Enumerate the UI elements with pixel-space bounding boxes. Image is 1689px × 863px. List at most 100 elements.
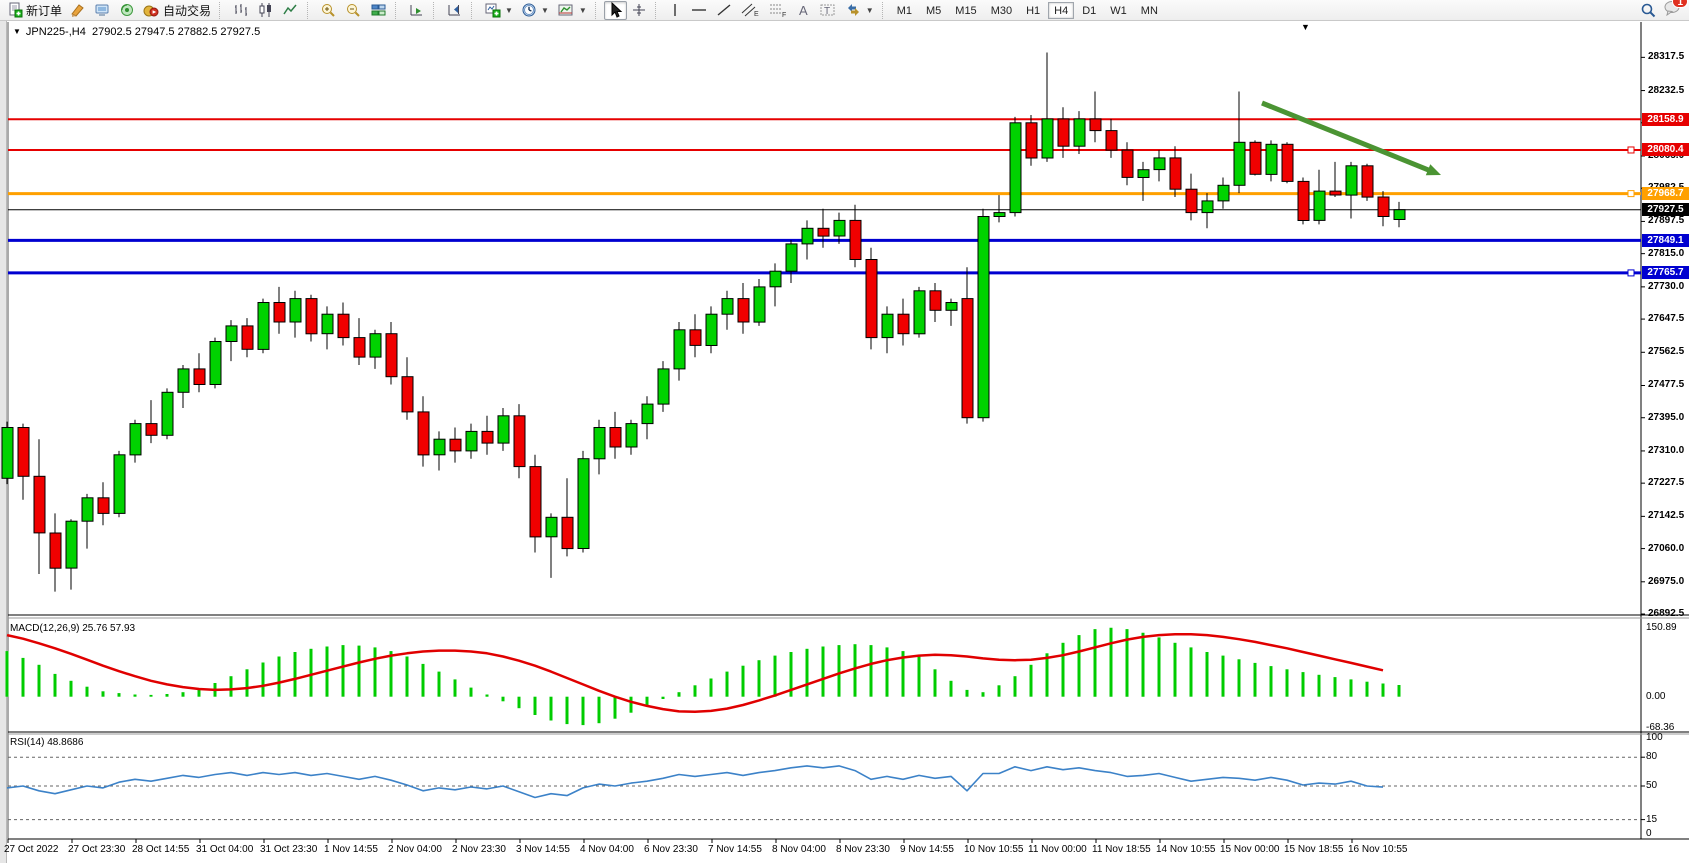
candle <box>754 287 765 322</box>
rsi-axis-label: 80 <box>1646 751 1657 762</box>
panel-borders <box>8 22 1689 839</box>
price-axis-label: 27060.0 <box>1648 543 1684 554</box>
candle <box>1266 144 1277 174</box>
date-axis-label: 11 Nov 00:00 <box>1028 844 1087 855</box>
price-axis-ticks <box>1641 57 1645 614</box>
candle <box>722 299 733 315</box>
candle <box>770 271 781 287</box>
scroll-marker-icon[interactable]: ▼ <box>1301 22 1310 32</box>
candle <box>738 299 749 322</box>
rsi-axis-label: 50 <box>1646 780 1657 791</box>
candle <box>354 338 365 358</box>
date-axis-ticks <box>8 839 1352 843</box>
candle <box>866 260 877 338</box>
price-axis-label: 26892.5 <box>1648 608 1684 619</box>
candle <box>434 439 445 455</box>
date-axis-label: 15 Nov 18:55 <box>1284 844 1344 855</box>
candle <box>786 244 797 271</box>
date-axis-label: 4 Nov 04:00 <box>580 844 634 855</box>
macd-signal-line <box>7 634 1383 712</box>
price-axis-label: 27310.0 <box>1648 445 1684 456</box>
candle <box>242 326 253 349</box>
candle <box>1250 142 1261 174</box>
candle <box>674 330 685 369</box>
candle <box>1298 181 1309 220</box>
candle <box>1042 119 1053 158</box>
price-axis-label: 27227.5 <box>1648 477 1684 488</box>
date-axis-label: 16 Nov 10:55 <box>1348 844 1408 855</box>
candle <box>34 476 45 533</box>
candle <box>1218 185 1229 201</box>
candle <box>898 314 909 334</box>
date-axis-label: 8 Nov 23:30 <box>836 844 890 855</box>
candle <box>130 424 141 455</box>
date-axis-label: 11 Nov 18:55 <box>1092 844 1151 855</box>
date-axis-label: 3 Nov 14:55 <box>516 844 570 855</box>
candle <box>834 220 845 236</box>
candle <box>1282 144 1293 181</box>
date-axis-label: 15 Nov 00:00 <box>1220 844 1280 855</box>
candle <box>66 521 77 568</box>
date-axis-label: 7 Nov 14:55 <box>708 844 762 855</box>
date-axis-label: 31 Oct 04:00 <box>196 844 253 855</box>
candle <box>290 299 301 322</box>
rsi-axis-label: 15 <box>1646 814 1657 825</box>
candle <box>1154 158 1165 170</box>
candle <box>962 299 973 418</box>
price-line-badge: 28080.4 <box>1642 143 1689 156</box>
candle <box>2 428 13 479</box>
line-handle[interactable] <box>1628 191 1634 197</box>
candle <box>338 314 349 337</box>
date-axis-label: 9 Nov 14:55 <box>900 844 954 855</box>
candle <box>1378 197 1389 217</box>
date-axis-label: 14 Nov 10:55 <box>1156 844 1216 855</box>
price-axis-label: 27395.0 <box>1648 412 1684 423</box>
candle <box>530 467 541 537</box>
candle <box>914 291 925 334</box>
candle <box>1362 166 1373 197</box>
price-axis-label: 28317.5 <box>1648 51 1684 62</box>
line-handle[interactable] <box>1628 270 1634 276</box>
candle <box>578 459 589 549</box>
candle <box>370 334 381 357</box>
chart-canvas[interactable] <box>0 0 1689 863</box>
price-axis-label: 27477.5 <box>1648 379 1684 390</box>
candle <box>594 428 605 459</box>
rsi-line <box>7 766 1383 798</box>
candle <box>1234 142 1245 185</box>
candle <box>1170 158 1181 189</box>
candle <box>994 213 1005 217</box>
line-handle[interactable] <box>1628 147 1634 153</box>
chart-symbol-period: JPN225-,H4 <box>26 26 86 38</box>
candle <box>1090 119 1101 131</box>
candle <box>1010 123 1021 213</box>
candle <box>82 498 93 521</box>
date-axis-label: 1 Nov 14:55 <box>324 844 378 855</box>
date-axis-label: 6 Nov 23:30 <box>644 844 698 855</box>
collapse-arrow-icon[interactable]: ▼ <box>13 27 21 36</box>
candle <box>658 369 669 404</box>
candle <box>514 416 525 467</box>
candle <box>50 533 61 568</box>
candle <box>882 314 893 337</box>
date-axis-label: 2 Nov 04:00 <box>388 844 442 855</box>
rsi-indicator-label: RSI(14) 48.8686 <box>10 737 83 748</box>
price-axis-label: 27815.0 <box>1648 248 1684 259</box>
candle <box>466 431 477 451</box>
candle <box>1026 123 1037 158</box>
macd-indicator-label: MACD(12,26,9) 25.76 57.93 <box>10 623 135 634</box>
candle <box>642 404 653 424</box>
candle <box>818 228 829 236</box>
candle <box>546 517 557 537</box>
rsi-axis-label: 0 <box>1646 828 1652 839</box>
candle <box>978 217 989 418</box>
horizontal-level-lines[interactable] <box>8 119 1641 276</box>
date-axis-label: 31 Oct 23:30 <box>260 844 317 855</box>
candle <box>1074 119 1085 146</box>
candle <box>1394 210 1405 220</box>
price-line-badge: 28158.9 <box>1642 113 1689 126</box>
candle <box>482 431 493 443</box>
price-axis-label: 28232.5 <box>1648 85 1684 96</box>
candle <box>802 228 813 244</box>
candle <box>450 439 461 451</box>
